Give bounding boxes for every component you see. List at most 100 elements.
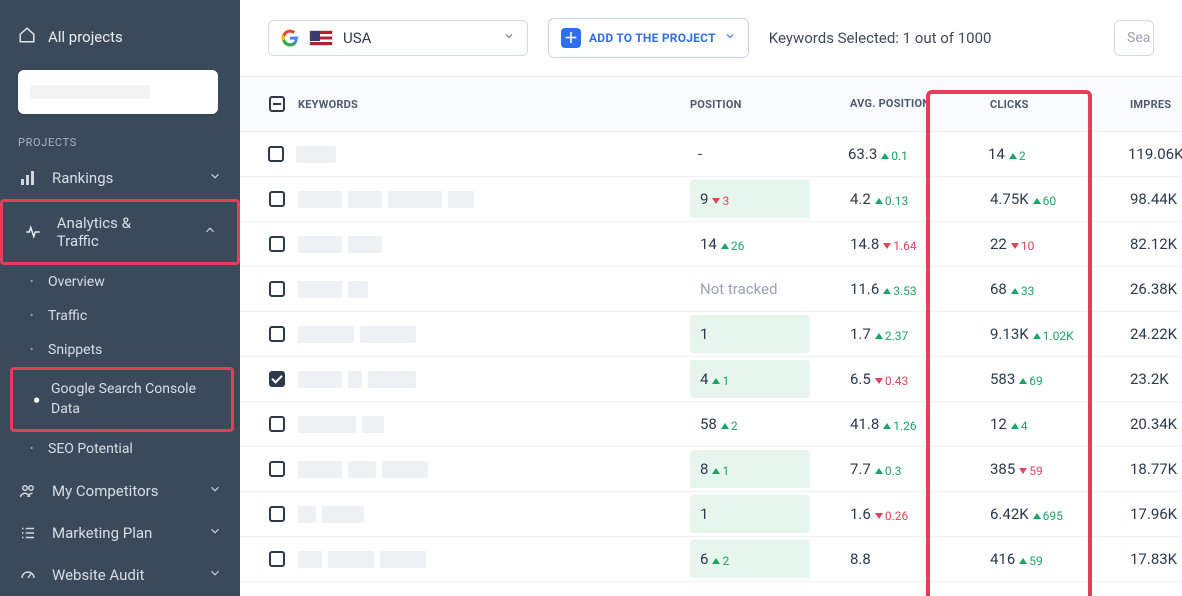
col-clicks[interactable]: CLICKS [978, 98, 1118, 111]
chevron-down-icon [208, 524, 222, 542]
pulse-icon [23, 223, 43, 241]
col-position[interactable]: POSITION [678, 98, 838, 111]
redacted-text [298, 461, 342, 478]
highlight-analytics: Analytics & Traffic [0, 199, 240, 265]
sidebar-sub-gsc[interactable]: ● Google Search Console Data [15, 372, 229, 427]
clicks-delta: 59 [1019, 464, 1043, 478]
sidebar-sub-seo-potential[interactable]: • SEO Potential [0, 432, 240, 466]
sidebar-item-competitors[interactable]: My Competitors [0, 470, 240, 512]
sidebar-item-audit[interactable]: Website Audit [0, 554, 240, 596]
redacted-text [348, 461, 376, 478]
position-cell: 9 3 [690, 180, 810, 218]
avg-position-value: 1.6 [850, 505, 871, 523]
sidebar-sub-label: Snippets [48, 342, 102, 358]
sidebar: All projects PROJECTS Rankings Analytics… [0, 0, 240, 596]
impressions-value: 98.44K [1130, 190, 1177, 208]
add-label: ADD TO THE PROJECT [589, 31, 716, 45]
avg-position-delta: 0.3 [875, 464, 902, 478]
sidebar-item-label: Analytics & Traffic [57, 214, 175, 250]
redacted-text [348, 191, 382, 208]
row-checkbox[interactable] [269, 236, 285, 252]
sidebar-item-analytics[interactable]: Analytics & Traffic [5, 204, 235, 260]
col-avg-position[interactable]: AVG. POSITION [838, 97, 978, 110]
keyword-cell[interactable] [298, 371, 678, 388]
position-cell: Not tracked [690, 270, 810, 308]
table-row: 6 28.8416 5917.83K [240, 537, 1182, 582]
keyword-cell[interactable] [298, 416, 678, 433]
sidebar-sub-label: Google Search Console Data [51, 381, 196, 417]
avg-position-delta: 0.26 [875, 509, 908, 523]
keyword-cell[interactable] [298, 326, 678, 343]
position-value: 58 [700, 415, 717, 433]
row-checkbox[interactable] [269, 191, 285, 207]
all-projects-label: All projects [48, 28, 123, 46]
search-input[interactable]: Sea [1114, 20, 1154, 56]
keyword-cell[interactable] [298, 191, 678, 208]
sidebar-sub-snippets[interactable]: • Snippets [0, 333, 240, 367]
row-checkbox[interactable] [269, 416, 285, 432]
position-value: 8 [700, 460, 708, 478]
row-checkbox[interactable] [269, 281, 285, 297]
col-keywords[interactable]: KEYWORDS [286, 98, 678, 111]
row-checkbox[interactable] [269, 371, 285, 387]
avg-position-value: 1.7 [850, 325, 871, 343]
position-cell: 8 1 [690, 450, 810, 488]
impressions-value: 23.2K [1130, 370, 1169, 388]
redacted-text [362, 416, 384, 433]
bullet-icon: ● [33, 391, 40, 408]
row-checkbox[interactable] [269, 461, 285, 477]
avg-position-delta: 1.64 [883, 239, 916, 253]
clicks-value: 9.13K [990, 325, 1029, 343]
plus-icon: ＋ [561, 28, 581, 48]
clicks-delta: 69 [1019, 374, 1043, 388]
keyword-cell[interactable] [298, 506, 678, 523]
redacted-text [368, 371, 416, 388]
chevron-up-icon [203, 223, 217, 241]
redacted-text [296, 146, 336, 163]
sidebar-sub-label: Overview [48, 274, 105, 290]
clicks-value: 68 [990, 280, 1007, 298]
table-row: -63.3 0.114 2119.06K [240, 132, 1182, 177]
row-checkbox[interactable] [268, 146, 284, 162]
position-cell: 1 [690, 495, 810, 533]
position-delta: 26 [721, 239, 745, 253]
clicks-delta: 60 [1033, 194, 1057, 208]
bullet-icon: • [30, 444, 33, 455]
position-value: 14 [700, 235, 717, 253]
chevron-down-icon [503, 30, 515, 46]
impressions-value: 17.83K [1130, 550, 1177, 568]
redacted-text [298, 506, 316, 523]
position-cell: 1 [690, 315, 810, 353]
col-impressions[interactable]: IMPRES [1118, 98, 1182, 111]
position-delta: 2 [712, 554, 729, 568]
sidebar-item-rankings[interactable]: Rankings [0, 157, 240, 199]
redacted-text [388, 191, 442, 208]
keyword-cell[interactable] [298, 281, 678, 298]
country-selector[interactable]: USA [268, 20, 528, 56]
project-selector[interactable] [18, 70, 218, 114]
row-checkbox[interactable] [269, 551, 285, 567]
redacted-text [298, 371, 342, 388]
sidebar-item-marketing[interactable]: Marketing Plan [0, 512, 240, 554]
add-to-project-button[interactable]: ＋ ADD TO THE PROJECT [548, 18, 749, 58]
row-checkbox[interactable] [269, 326, 285, 342]
sidebar-item-label: Marketing Plan [52, 524, 152, 542]
checklist-icon [18, 524, 38, 542]
keyword-cell[interactable] [298, 236, 678, 253]
all-projects-link[interactable]: All projects [18, 26, 222, 48]
table-row: 58 241.8 1.2612 420.34K [240, 402, 1182, 447]
sidebar-sub-traffic[interactable]: • Traffic [0, 299, 240, 333]
keyword-cell[interactable] [296, 146, 676, 163]
impressions-value: 119.06K [1128, 145, 1182, 163]
redacted-text [298, 416, 356, 433]
google-icon [281, 29, 299, 47]
row-checkbox[interactable] [269, 506, 285, 522]
clicks-value: 4.75K [990, 190, 1029, 208]
redacted-text [348, 371, 362, 388]
sidebar-sub-overview[interactable]: • Overview [0, 265, 240, 299]
position-value: 1 [700, 325, 708, 343]
keyword-cell[interactable] [298, 461, 678, 478]
redacted-text [298, 191, 342, 208]
select-all-checkbox[interactable] [269, 96, 285, 112]
keyword-cell[interactable] [298, 551, 678, 568]
